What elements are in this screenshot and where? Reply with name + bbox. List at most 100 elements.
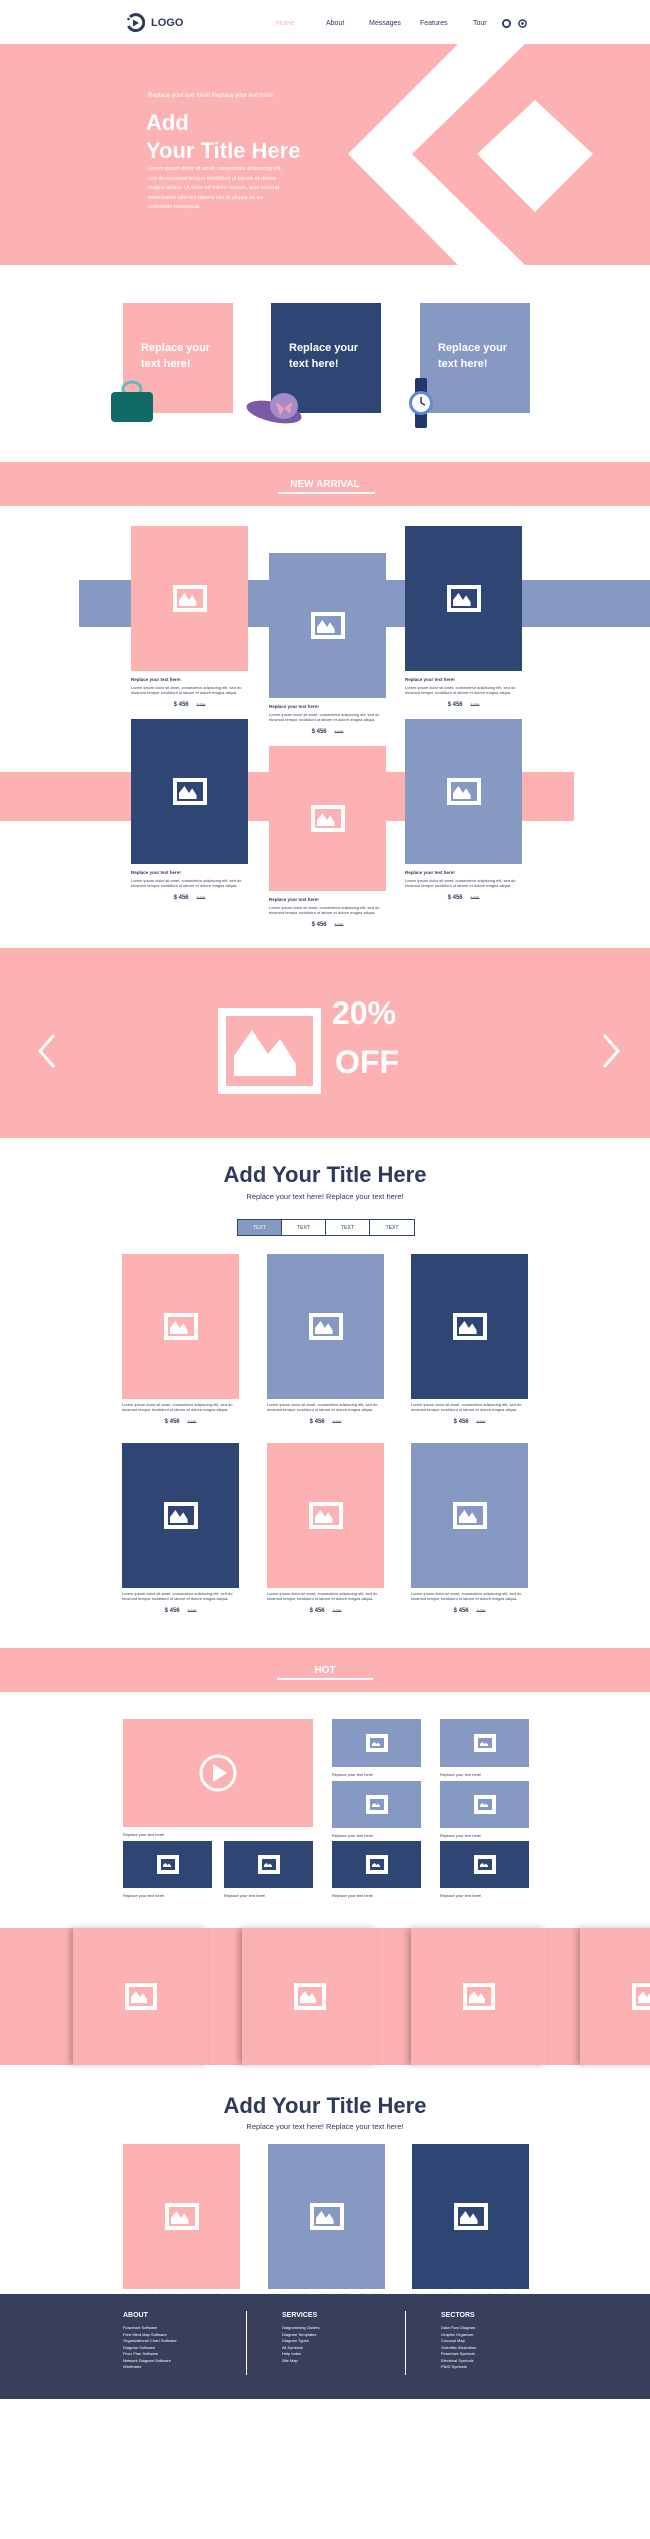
- hot-item[interactable]: Replace your text here!: [332, 1841, 421, 1898]
- product-image[interactable]: [122, 1443, 239, 1588]
- price-row: $ 456 $ 659: [131, 702, 248, 708]
- nav-about[interactable]: About: [326, 20, 344, 27]
- footer-heading: ABOUT: [123, 2312, 148, 2319]
- price-row: $ 456 $ 659: [405, 895, 522, 901]
- product-card[interactable]: Lorem ipsum dolor sit amet, consectetur …: [411, 1254, 528, 1425]
- product-card[interactable]: Lorem ipsum dolor sit amet, consectetur …: [411, 1443, 528, 1614]
- product-image[interactable]: [131, 719, 248, 864]
- product-image[interactable]: [131, 526, 248, 671]
- product-card[interactable]: Replace your text here! Lorem ipsum dolor…: [269, 553, 386, 735]
- play-button-icon[interactable]: [198, 1753, 238, 1793]
- watch-icon: [409, 378, 433, 428]
- image-placeholder-icon: [473, 1855, 496, 1874]
- footer-link[interactable]: Flowchart Symbols: [441, 2351, 476, 2358]
- hot-item[interactable]: Replace your text here!: [440, 1841, 529, 1898]
- product-card[interactable]: Lorem ipsum dolor sit amet, consectetur …: [267, 1254, 384, 1425]
- hat-icon: [246, 393, 302, 424]
- product-desc: Lorem ipsum dolor sit amet, consectetur …: [405, 685, 516, 695]
- hot-thumbnail[interactable]: [440, 1781, 529, 1828]
- nav-tour[interactable]: Tour: [473, 20, 487, 27]
- chevron-right-icon[interactable]: [600, 1033, 622, 1069]
- user-icon[interactable]: [502, 19, 511, 28]
- footer-heading: SECTORS: [441, 2312, 475, 2319]
- product-image[interactable]: [411, 1443, 528, 1588]
- image-placeholder-icon: [172, 584, 207, 613]
- tab-3[interactable]: TEXT: [326, 1220, 370, 1235]
- footer-link[interactable]: Wireframe: [123, 2364, 177, 2371]
- product-image[interactable]: [412, 2144, 529, 2289]
- slide[interactable]: [73, 1928, 208, 2065]
- product-price: $ 456: [311, 922, 327, 928]
- hot-item[interactable]: Replace your text here!: [123, 1719, 313, 1837]
- footer-link[interactable]: Organizational Chart Software: [123, 2338, 177, 2345]
- product-price: $ 456: [164, 1419, 180, 1425]
- hero-title: Add Your Title Here: [146, 109, 346, 165]
- hot-item[interactable]: Replace your text here!: [332, 1781, 421, 1838]
- hot-item[interactable]: Replace your text here!: [224, 1841, 313, 1898]
- search-icon[interactable]: [518, 19, 527, 28]
- hot-thumbnail[interactable]: [440, 1841, 529, 1888]
- product-card[interactable]: Lorem ipsum dolor sit amet, consectetur …: [122, 1254, 239, 1425]
- product-card[interactable]: Replace your text here! Lorem ipsum dolor…: [269, 746, 386, 928]
- hero-body: Lorem ipsum dolor sit amet, consectetur …: [148, 166, 282, 210]
- hot-item[interactable]: Replace your text here!: [440, 1719, 529, 1777]
- product-card[interactable]: Replace your text here! Lorem ipsum dolor…: [131, 719, 248, 901]
- footer-col-services: SERVICES Diagramming Guides Diagram Templ…: [282, 2312, 320, 2364]
- product-image[interactable]: [411, 1254, 528, 1399]
- tab-4[interactable]: TEXT: [370, 1220, 414, 1235]
- nav-home[interactable]: Home: [276, 20, 295, 27]
- hot-thumbnail[interactable]: [123, 1841, 212, 1888]
- price-row: $ 456 $ 659: [411, 1419, 528, 1425]
- hot-caption: Replace your text here!: [123, 1893, 165, 1898]
- footer-link[interactable]: Data Flow Diagram: [441, 2325, 476, 2332]
- slide[interactable]: [242, 1928, 377, 2065]
- product-image[interactable]: [123, 2144, 240, 2289]
- product-image[interactable]: [405, 719, 522, 864]
- product-card[interactable]: Lorem ipsum dolor sit amet, consectetur …: [412, 2144, 529, 2315]
- product-card[interactable]: Lorem ipsum dolor sit amet, consectetur …: [268, 2144, 385, 2315]
- product-card[interactable]: Lorem ipsum dolor sit amet, consectetur …: [267, 1443, 384, 1614]
- logo[interactable]: LOGO: [125, 13, 183, 33]
- promo-card[interactable]: Replace your text here!: [420, 303, 530, 413]
- image-placeholder-icon: [124, 1983, 157, 2010]
- product-card[interactable]: Lorem ipsum dolor sit amet, consectetur …: [123, 2144, 240, 2315]
- image-placeholder-icon: [310, 611, 345, 640]
- footer-link[interactable]: Diagramming Guides: [282, 2325, 320, 2332]
- tab-2[interactable]: TEXT: [282, 1220, 326, 1235]
- slide[interactable]: [580, 1928, 650, 2065]
- hot-thumbnail[interactable]: [440, 1719, 529, 1767]
- product-card[interactable]: Lorem ipsum dolor sit amet, consectetur …: [122, 1443, 239, 1614]
- nav-features[interactable]: Features: [420, 20, 448, 27]
- nav-messages[interactable]: Messages: [369, 20, 401, 27]
- product-image[interactable]: [269, 746, 386, 891]
- product-desc: Lorem ipsum dolor sit amet, consectetur …: [267, 1402, 378, 1412]
- hot-caption: Replace your text here!: [123, 1832, 165, 1837]
- tab-1[interactable]: TEXT: [238, 1220, 282, 1235]
- footer-link[interactable]: Site Map: [282, 2358, 320, 2365]
- image-placeholder-icon: [163, 1312, 198, 1341]
- hot-thumbnail[interactable]: [332, 1841, 421, 1888]
- product-image[interactable]: [405, 526, 522, 671]
- slide[interactable]: [411, 1928, 546, 2065]
- product-desc: Lorem ipsum dolor sit amet, consectetur …: [411, 1402, 522, 1412]
- chevron-left-icon[interactable]: [36, 1033, 58, 1069]
- hot-thumbnail[interactable]: [224, 1841, 313, 1888]
- hot-thumbnail[interactable]: [332, 1781, 421, 1828]
- product-image[interactable]: [268, 2144, 385, 2289]
- product-card[interactable]: Replace your text here! Lorem ipsum dolor…: [405, 719, 522, 901]
- hot-thumbnail[interactable]: [123, 1719, 313, 1827]
- hot-item[interactable]: Replace your text here!: [440, 1781, 529, 1838]
- hot-item[interactable]: Replace your text here!: [123, 1841, 212, 1898]
- image-placeholder-icon: [446, 584, 481, 613]
- product-image[interactable]: [267, 1443, 384, 1588]
- product-image[interactable]: [269, 553, 386, 698]
- hot-thumbnail[interactable]: [332, 1719, 421, 1767]
- product-price: $ 456: [173, 702, 189, 708]
- product-image[interactable]: [122, 1254, 239, 1399]
- hot-item[interactable]: Replace your text here!: [332, 1719, 421, 1777]
- product-price: $ 456: [447, 702, 463, 708]
- product-image[interactable]: [267, 1254, 384, 1399]
- footer-link[interactable]: P&ID Symbols: [441, 2364, 476, 2371]
- product-card[interactable]: Replace your text here! Lorem ipsum dolor…: [405, 526, 522, 708]
- product-card[interactable]: Replace your text here! Lorem ipsum dolor…: [131, 526, 248, 708]
